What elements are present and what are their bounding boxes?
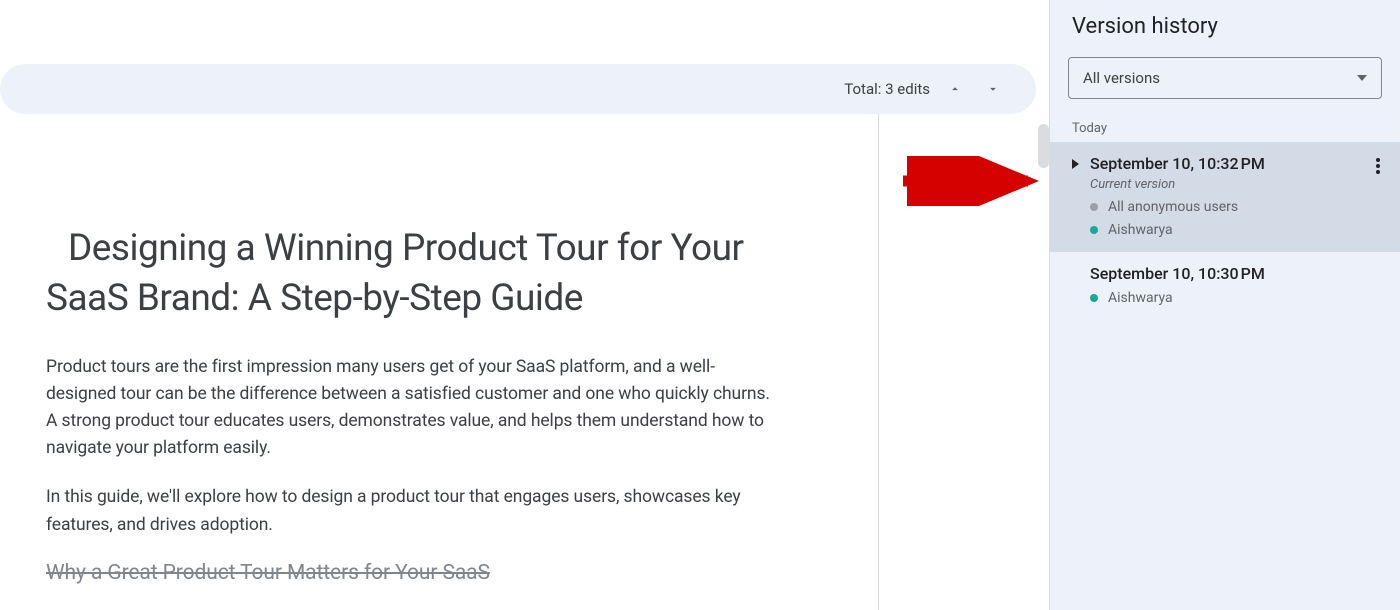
version-date: September 10, 10:30 PM — [1090, 264, 1265, 283]
chevron-up-icon — [948, 82, 962, 96]
contributor-name: Aishwarya — [1108, 290, 1173, 306]
contributor-name: All anonymous users — [1108, 199, 1238, 215]
version-subtitle: Current version — [1090, 177, 1386, 192]
version-history-sidebar: Version history All versions Today Septe… — [1049, 0, 1400, 610]
edit-summary-bar: Total: 3 edits — [0, 64, 1036, 114]
document-area: Designing a Winning Product Tour for You… — [0, 114, 1049, 610]
document-paragraph: Product tours are the first impression m… — [46, 354, 782, 463]
contributor-dot-icon — [1090, 203, 1098, 211]
expand-arrow-icon[interactable] — [1072, 159, 1082, 169]
scrollbar-thumb[interactable] — [1038, 124, 1049, 168]
section-label-today: Today — [1050, 113, 1400, 142]
document-paragraph: In this guide, we'll explore how to desi… — [46, 484, 782, 538]
version-filter-label: All versions — [1083, 69, 1160, 87]
contributor-name: Aishwarya — [1108, 222, 1173, 238]
sidebar-title: Version history — [1050, 0, 1400, 57]
chevron-down-icon — [986, 82, 1000, 96]
total-edits-text: Total: 3 edits — [844, 80, 930, 98]
document-title: Designing a Winning Product Tour for You… — [46, 224, 782, 324]
version-date: September 10, 10:32 PM — [1090, 154, 1265, 173]
contributor-row: Aishwarya — [1090, 290, 1386, 306]
next-edit-button[interactable] — [986, 82, 1000, 96]
document-content: Designing a Winning Product Tour for You… — [0, 114, 878, 610]
more-vertical-icon — [1376, 158, 1380, 174]
contributor-dot-icon — [1090, 294, 1098, 302]
version-item[interactable]: September 10, 10:30 PM Aishwarya — [1050, 252, 1400, 320]
version-filter-dropdown[interactable]: All versions — [1068, 57, 1382, 99]
margin-area — [879, 114, 1049, 610]
contributor-row: All anonymous users — [1090, 199, 1386, 215]
version-item-current[interactable]: September 10, 10:32 PM Current version A… — [1050, 142, 1400, 252]
version-more-menu[interactable] — [1366, 154, 1390, 178]
contributor-row: Aishwarya — [1090, 222, 1386, 238]
document-struck-heading: Why a Great Product Tour Matters for You… — [46, 561, 782, 585]
prev-edit-button[interactable] — [948, 82, 962, 96]
dropdown-arrow-icon — [1357, 75, 1367, 81]
contributor-dot-icon — [1090, 226, 1098, 234]
